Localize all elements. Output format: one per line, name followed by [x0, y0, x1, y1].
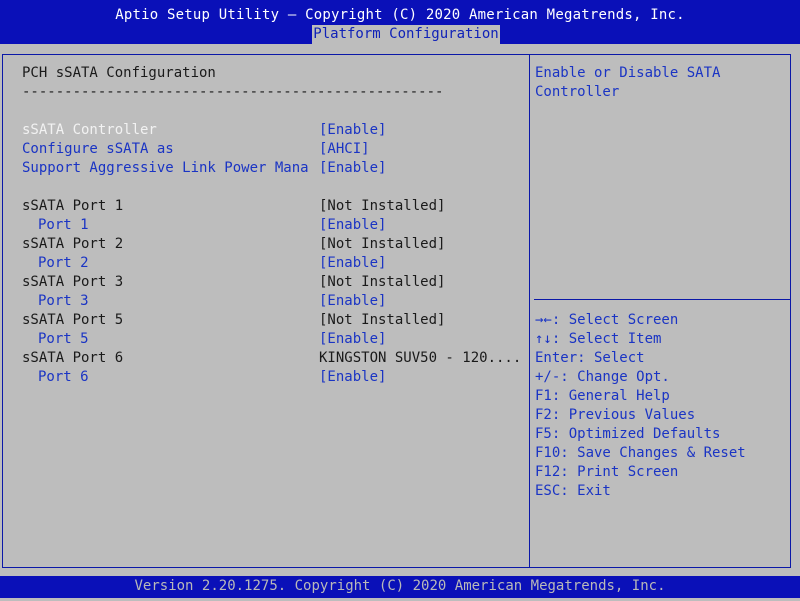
help-text-line-1: Enable or Disable SATA	[535, 65, 721, 81]
port-name-6: sSATA Port 6	[22, 350, 124, 366]
setting-value-aggressive-link-power[interactable]: [Enable]	[319, 159, 386, 178]
key-hint-change-opt: +/-: Change Opt.	[535, 369, 670, 385]
key-hint-f12: F12: Print Screen	[535, 464, 679, 480]
port-name-5: sSATA Port 5	[22, 312, 124, 328]
port-option-value-6[interactable]: [Enable]	[319, 368, 386, 387]
port-name-1: sSATA Port 1	[22, 198, 124, 214]
port-name-2: sSATA Port 2	[22, 236, 124, 252]
section-rule: ----------------------------------------…	[22, 84, 444, 100]
setting-value-ssata-controller[interactable]: [Enable]	[319, 121, 386, 140]
panel-divider	[529, 54, 530, 568]
key-hint-f2: F2: Previous Values	[535, 407, 696, 423]
tab-platform-configuration[interactable]: Platform Configuration	[312, 25, 500, 44]
section-title: PCH sSATA Configuration	[22, 65, 216, 81]
port-status-3: [Not Installed]	[319, 274, 446, 290]
key-hint-esc: ESC: Exit	[535, 483, 611, 499]
header-bar: Aptio Setup Utility – Copyright (C) 2020…	[0, 0, 800, 44]
key-hint-select-item: ↑↓: Select Item	[535, 331, 662, 347]
port-status-5: [Not Installed]	[319, 312, 446, 328]
help-text-line-2: Controller	[535, 84, 620, 100]
port-option-label-6[interactable]: Port 6	[38, 368, 89, 387]
app-title: Aptio Setup Utility – Copyright (C) 2020…	[115, 7, 685, 23]
port-status-6: KINGSTON SUV50 - 120....	[319, 350, 522, 366]
port-option-value-2[interactable]: [Enable]	[319, 254, 386, 273]
port-option-label-1[interactable]: Port 1	[38, 216, 89, 235]
port-status-2: [Not Installed]	[319, 236, 446, 252]
help-divider	[534, 299, 790, 300]
key-hint-f1: F1: General Help	[535, 388, 670, 404]
setting-value-configure-ssata[interactable]: [AHCI]	[319, 140, 370, 159]
port-option-value-1[interactable]: [Enable]	[319, 216, 386, 235]
port-option-label-2[interactable]: Port 2	[38, 254, 89, 273]
port-option-label-3[interactable]: Port 3	[38, 292, 89, 311]
footer-version: Version 2.20.1275. Copyright (C) 2020 Am…	[0, 576, 800, 598]
port-status-1: [Not Installed]	[319, 198, 446, 214]
setting-label-configure-ssata[interactable]: Configure sSATA as	[22, 140, 174, 159]
key-hint-f10: F10: Save Changes & Reset	[535, 445, 746, 461]
setting-label-ssata-controller[interactable]: sSATA Controller	[22, 121, 157, 140]
key-hint-enter: Enter: Select	[535, 350, 645, 366]
key-hint-select-screen: →←: Select Screen	[535, 312, 679, 328]
key-hint-f5: F5: Optimized Defaults	[535, 426, 721, 442]
setting-label-aggressive-link-power[interactable]: Support Aggressive Link Power Mana	[22, 159, 309, 178]
port-name-3: sSATA Port 3	[22, 274, 124, 290]
port-option-label-5[interactable]: Port 5	[38, 330, 89, 349]
port-option-value-3[interactable]: [Enable]	[319, 292, 386, 311]
port-option-value-5[interactable]: [Enable]	[319, 330, 386, 349]
